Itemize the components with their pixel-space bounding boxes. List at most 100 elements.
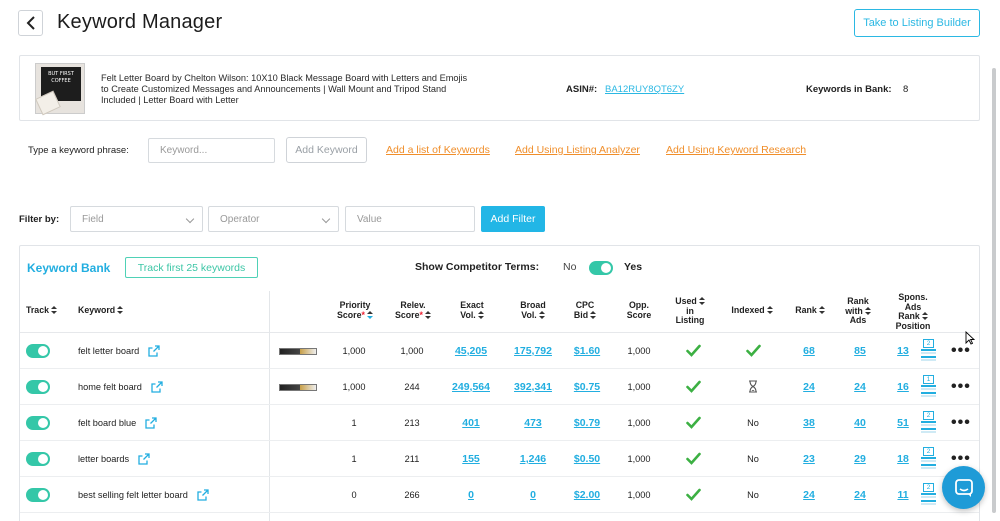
- exact-volume-link[interactable]: 401: [462, 417, 480, 429]
- rank-with-ads-link[interactable]: 24: [854, 381, 866, 393]
- field-select[interactable]: Field: [70, 206, 203, 232]
- rank-position-icon[interactable]: 2: [921, 483, 936, 508]
- cpc-bid-link[interactable]: $2.00: [574, 489, 600, 501]
- add-using-keyword-research-link[interactable]: Add Using Keyword Research: [666, 144, 806, 156]
- indexed-cell: No: [733, 477, 773, 513]
- cpc-bid-cell: $2.00: [565, 477, 609, 513]
- broad-volume-link[interactable]: 392,341: [514, 381, 552, 393]
- exact-volume-cell: 155: [446, 441, 496, 477]
- opportunity-score-column-header[interactable]: Opp. Score: [617, 300, 661, 320]
- external-link-icon[interactable]: [138, 453, 150, 465]
- add-keyword-button[interactable]: Add Keyword: [286, 137, 367, 163]
- track-column-header[interactable]: Track: [26, 305, 57, 316]
- sponsored-rank-link[interactable]: 13: [897, 345, 909, 357]
- competitor-logo[interactable]: [278, 347, 317, 355]
- more-icon[interactable]: •••: [951, 451, 971, 467]
- rank-column-header[interactable]: Rank: [790, 305, 830, 316]
- cpc-bid-link[interactable]: $0.50: [574, 453, 600, 465]
- external-link-icon[interactable]: [148, 345, 160, 357]
- cpc-bid-link[interactable]: $0.75: [574, 381, 600, 393]
- add-filter-button[interactable]: Add Filter: [481, 206, 545, 232]
- more-icon[interactable]: •••: [951, 415, 971, 431]
- priority-cell: 1,000: [342, 346, 366, 356]
- broad-volume-link[interactable]: 1,246: [520, 453, 546, 465]
- more-icon[interactable]: •••: [951, 379, 971, 395]
- rank-with-ads-link[interactable]: 24: [854, 489, 866, 501]
- priority-score-column-header[interactable]: Priority Score*: [330, 300, 380, 320]
- broad-volume-link[interactable]: 0: [530, 489, 536, 501]
- priority-cell: 0: [351, 490, 357, 500]
- rank-with-ads-link[interactable]: 40: [854, 417, 866, 429]
- mouse-cursor-icon: [965, 331, 975, 345]
- chat-button[interactable]: [942, 466, 985, 509]
- sponsored-rank-link[interactable]: 18: [897, 453, 909, 465]
- rank-position-icon[interactable]: 2: [921, 411, 936, 436]
- indexed-column-header[interactable]: Indexed: [724, 305, 780, 316]
- competitor-logo[interactable]: [278, 383, 317, 391]
- competitor-cell: [275, 405, 320, 441]
- page-scrollbar[interactable]: [992, 68, 996, 513]
- external-link-icon[interactable]: [151, 381, 163, 393]
- used-in-listing-column-header[interactable]: Used in Listing: [671, 296, 709, 326]
- opportunity-cell: 1,000: [627, 418, 651, 428]
- more-icon[interactable]: •••: [951, 343, 971, 359]
- cpc-bid-link[interactable]: $1.60: [574, 345, 600, 357]
- asin-link[interactable]: BA12RUY8QT6ZY: [605, 84, 684, 95]
- broad-volume-column-header[interactable]: Broad Vol.: [509, 300, 557, 320]
- back-icon: [26, 16, 35, 30]
- exact-volume-link[interactable]: 0: [468, 489, 474, 501]
- track-toggle[interactable]: [26, 380, 50, 394]
- sponsored-rank-cell: 51: [888, 405, 918, 441]
- rank-position-icon[interactable]: 1: [921, 375, 936, 400]
- broad-volume-link[interactable]: 175,792: [514, 345, 552, 357]
- external-link-icon[interactable]: [197, 489, 209, 501]
- rank-with-ads-column-header[interactable]: Rank with Ads: [837, 296, 879, 326]
- add-list-of-keywords-link[interactable]: Add a list of Keywords: [386, 144, 490, 156]
- value-input[interactable]: Value: [345, 206, 475, 232]
- rank-position-icon[interactable]: 2: [921, 339, 936, 364]
- exact-volume-column-header[interactable]: Exact Vol.: [448, 300, 496, 320]
- track-toggle[interactable]: [26, 344, 50, 358]
- exact-volume-link[interactable]: 45,205: [455, 345, 487, 357]
- broad-volume-link[interactable]: 473: [524, 417, 542, 429]
- track-toggle[interactable]: [26, 416, 50, 430]
- rank-with-ads-link[interactable]: 29: [854, 453, 866, 465]
- relevancy-score-column-header[interactable]: Relev. Score*: [390, 300, 436, 320]
- indexed-cell: No: [733, 405, 773, 441]
- keyword-bank-panel: Keyword Bank Track first 25 keywords Sho…: [19, 245, 980, 521]
- sponsored-rank-link[interactable]: 51: [897, 417, 909, 429]
- rank-link[interactable]: 24: [803, 489, 815, 501]
- rank-link[interactable]: 23: [803, 453, 815, 465]
- rank-link[interactable]: 24: [803, 381, 815, 393]
- competitor-terms-toggle[interactable]: [589, 261, 613, 275]
- rank-with-ads-link[interactable]: 85: [854, 345, 866, 357]
- indexed-cell: [733, 333, 773, 369]
- rank-position-icon[interactable]: 2: [921, 447, 936, 472]
- cpc-bid-column-header[interactable]: CPC Bid: [567, 300, 603, 320]
- keyword-text: best selling felt letter board: [78, 490, 188, 500]
- keyword-cell: best selling felt letter board: [78, 477, 268, 513]
- back-button[interactable]: [18, 10, 43, 36]
- keyword-column-header[interactable]: Keyword: [78, 305, 124, 316]
- cpc-bid-link[interactable]: $0.79: [574, 417, 600, 429]
- add-using-listing-analyzer-link[interactable]: Add Using Listing Analyzer: [515, 144, 640, 156]
- sort-icon: [766, 306, 773, 315]
- rank-link[interactable]: 38: [803, 417, 815, 429]
- sponsored-ads-rank-column-header[interactable]: Spons. Ads Rank Position: [888, 292, 938, 331]
- external-link-icon[interactable]: [145, 417, 157, 429]
- keyword-input[interactable]: Keyword...: [148, 138, 275, 163]
- track-toggle[interactable]: [26, 488, 50, 502]
- track-toggle[interactable]: [26, 452, 50, 466]
- sponsored-rank-link[interactable]: 11: [897, 489, 908, 501]
- operator-select[interactable]: Operator: [208, 206, 339, 232]
- exact-volume-link[interactable]: 155: [462, 453, 480, 465]
- sort-icon: [51, 306, 57, 315]
- track-first-25-button[interactable]: Track first 25 keywords: [125, 257, 258, 278]
- competitor-yes-label: Yes: [624, 261, 643, 273]
- opportunity-cell: 1,000: [627, 490, 651, 500]
- take-to-listing-builder-button[interactable]: Take to Listing Builder: [854, 9, 980, 37]
- table-row: home felt board 1,000 244 249,564 392,341 $0.…: [20, 369, 979, 405]
- sponsored-rank-link[interactable]: 16: [897, 381, 909, 393]
- rank-link[interactable]: 68: [803, 345, 815, 357]
- exact-volume-link[interactable]: 249,564: [452, 381, 490, 393]
